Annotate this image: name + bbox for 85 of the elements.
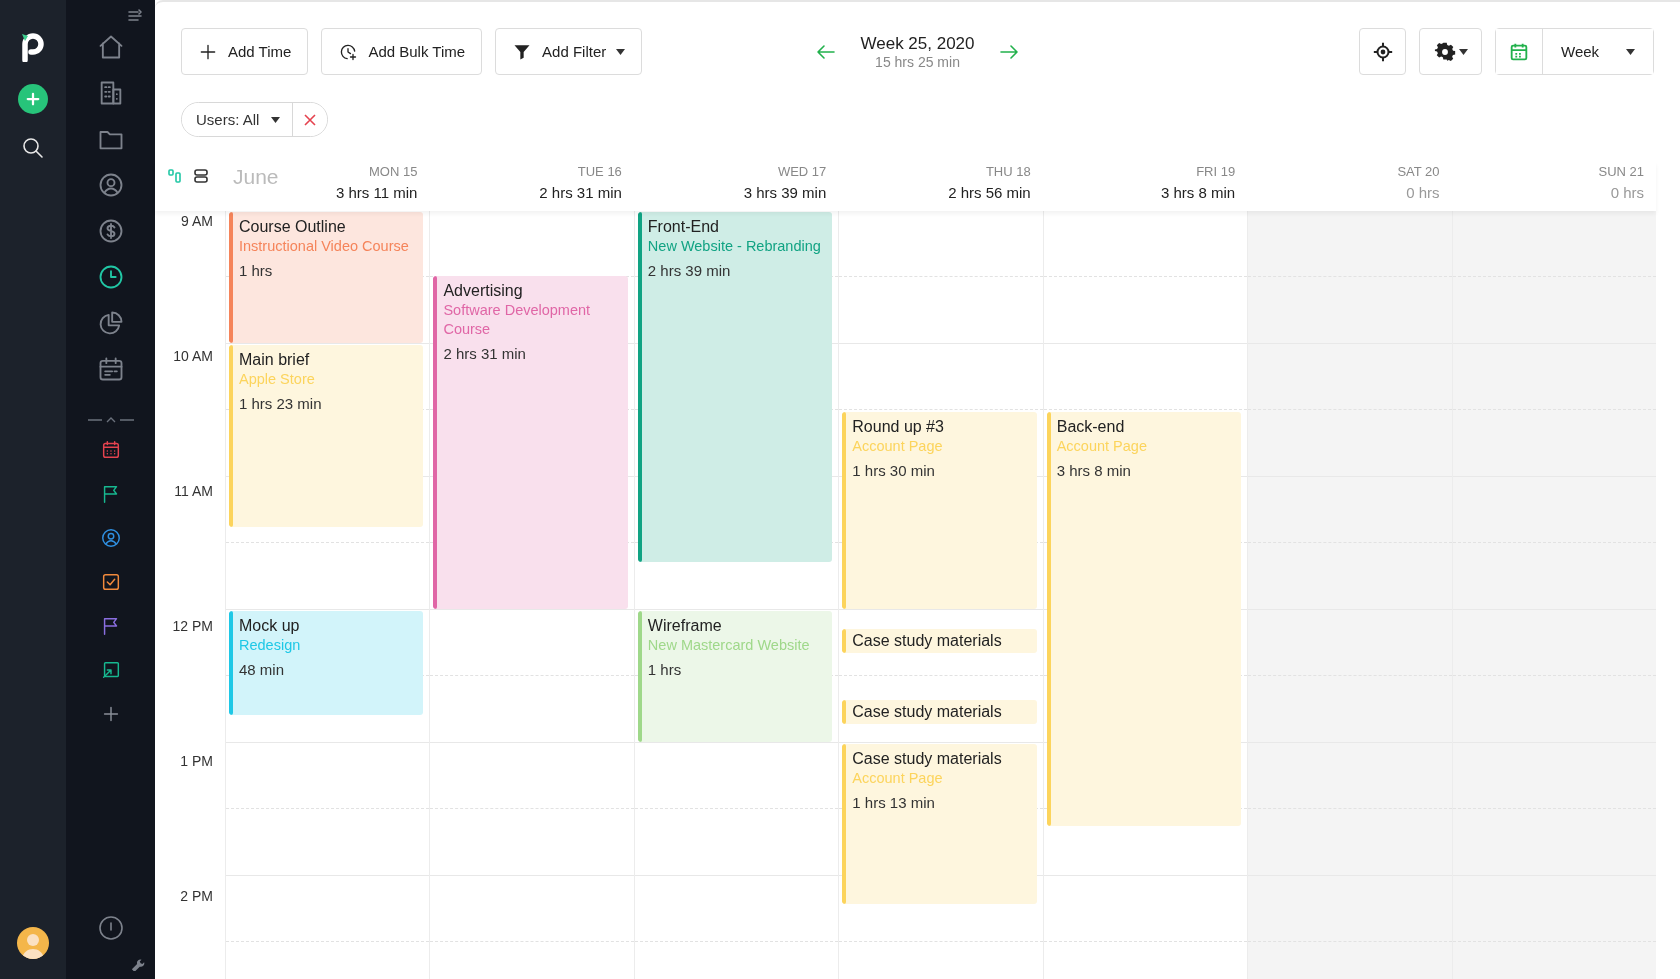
entry-duration: 1 hrs 23 min: [239, 395, 323, 413]
day-label: FRI 19: [1196, 163, 1236, 181]
entry-title: Case study materials: [852, 701, 1003, 722]
hour-label: 10 AM: [172, 348, 214, 364]
entry-title: Main brief: [239, 350, 311, 370]
entry-duration: 1 hrs: [239, 262, 274, 280]
hour-label: 12 PM: [171, 618, 214, 634]
time-entry-card[interactable]: Case study materials: [842, 628, 1037, 654]
day-total: 3 hrs 8 min: [1160, 183, 1236, 203]
entry-project: Account Page: [1056, 436, 1148, 456]
add-bulk-time-button[interactable]: Add Bulk Time: [321, 28, 483, 75]
entry-duration: 1 hrs: [647, 661, 683, 679]
add-button[interactable]: [18, 84, 48, 114]
hour-label: 11 AM: [173, 483, 214, 499]
time-entry-card[interactable]: Course Outline Instructional Video Course 1 hrs: [229, 212, 424, 343]
hour-label: 9 AM: [180, 213, 214, 229]
entry-project: Instructional Video Course: [239, 237, 410, 256]
crosshair-icon: [1371, 40, 1394, 63]
entry-project: Apple Store: [239, 370, 316, 389]
day-label: SUN 21: [1598, 163, 1644, 181]
entry-project: New Mastercard Website: [647, 636, 811, 655]
month-label: June: [233, 164, 279, 190]
caret-icon: [271, 116, 281, 123]
entry-duration: 1 hrs 13 min: [852, 794, 936, 812]
entry-project: Redesign: [239, 636, 302, 655]
entry-title: Wireframe: [647, 616, 723, 636]
entry-title: Case study materials: [852, 749, 1003, 769]
entry-duration: 2 hrs 31 min: [443, 345, 527, 364]
entry-title: Case study materials: [852, 630, 1003, 651]
time-entry-card[interactable]: Case study materials Account Page 1 hrs 13 min: [842, 744, 1037, 904]
entry-duration: 3 hrs 8 min: [1056, 461, 1132, 480]
time-entry-card[interactable]: Case study materials: [842, 699, 1037, 725]
collapse-menu-icon[interactable]: [127, 8, 143, 24]
hour-label: 1 PM: [179, 753, 214, 769]
caret-icon: [1458, 48, 1468, 55]
time-entry-card[interactable]: Wireframe New Mastercard Website 1 hrs: [637, 611, 833, 742]
entry-title: Back-end: [1056, 416, 1126, 437]
calendar-button[interactable]: [1496, 29, 1543, 74]
week-total: 15 hrs 25 min: [875, 53, 960, 70]
wrench-icon[interactable]: [131, 957, 145, 971]
entry-project: New Website - Rebranding: [647, 237, 822, 256]
logo-icon[interactable]: [19, 30, 47, 62]
day-total: 2 hrs 56 min: [948, 183, 1031, 203]
day-total: 3 hrs 39 min: [743, 183, 827, 203]
entry-project: Account Page: [852, 436, 944, 456]
row-view-icon[interactable]: [193, 168, 209, 184]
day-label: MON 15: [369, 163, 418, 181]
add-time-button[interactable]: Add Time: [181, 28, 309, 75]
time-entry-card[interactable]: Back-end Account Page 3 hrs 8 min: [1046, 411, 1242, 827]
time-entry-card[interactable]: Round up #3 Account Page 1 hrs 30 min: [842, 411, 1037, 609]
week-title: Week 25, 2020: [860, 33, 975, 54]
locate-button[interactable]: [1359, 28, 1406, 75]
time-entry-card[interactable]: Mock up Redesign 48 min: [229, 611, 424, 716]
day-label: WED 17: [777, 163, 827, 181]
users-filter-dropdown[interactable]: Users: All: [182, 103, 294, 136]
entry-title: Mock up: [239, 616, 301, 636]
entry-title: Course Outline: [239, 217, 347, 237]
day-total: 2 hrs 31 min: [539, 183, 622, 203]
info-icon[interactable]: [97, 915, 124, 941]
caret-icon: [1626, 48, 1635, 55]
entry-project: Account Page: [852, 769, 944, 788]
entry-title: Advertising: [443, 281, 524, 302]
close-icon: [304, 113, 317, 126]
settings-button[interactable]: [1419, 28, 1482, 75]
entry-title: Round up #3: [852, 416, 945, 437]
entry-duration: 1 hrs 30 min: [852, 461, 936, 480]
day-label: TUE 16: [577, 163, 622, 181]
plus-icon: [24, 90, 42, 108]
day-label: THU 18: [985, 163, 1031, 181]
day-total: 3 hrs 11 min: [336, 183, 418, 203]
entry-title: Front-End: [647, 217, 720, 237]
day-label: SAT 20: [1397, 163, 1440, 181]
gear-icon: [1433, 40, 1456, 63]
hour-label: 2 PM: [179, 888, 214, 904]
entry-duration: 2 hrs 39 min: [647, 262, 732, 280]
search-icon[interactable]: [21, 136, 45, 160]
avatar[interactable]: [17, 927, 49, 959]
day-total: 0 hrs: [1610, 183, 1644, 203]
entry-duration: 48 min: [239, 661, 286, 679]
time-entry-card[interactable]: Main brief Apple Store 1 hrs 23 min: [229, 345, 424, 527]
time-entry-card[interactable]: Front-End New Website - Rebranding 2 hrs 39 min: [637, 212, 833, 563]
add-filter-button[interactable]: Add Filter: [495, 28, 643, 75]
time-entry-card[interactable]: Advertising Software Development Course 2 hrs 31 min: [433, 276, 628, 609]
day-total: 0 hrs: [1406, 183, 1440, 203]
entry-project: Software Development Course: [443, 301, 592, 340]
